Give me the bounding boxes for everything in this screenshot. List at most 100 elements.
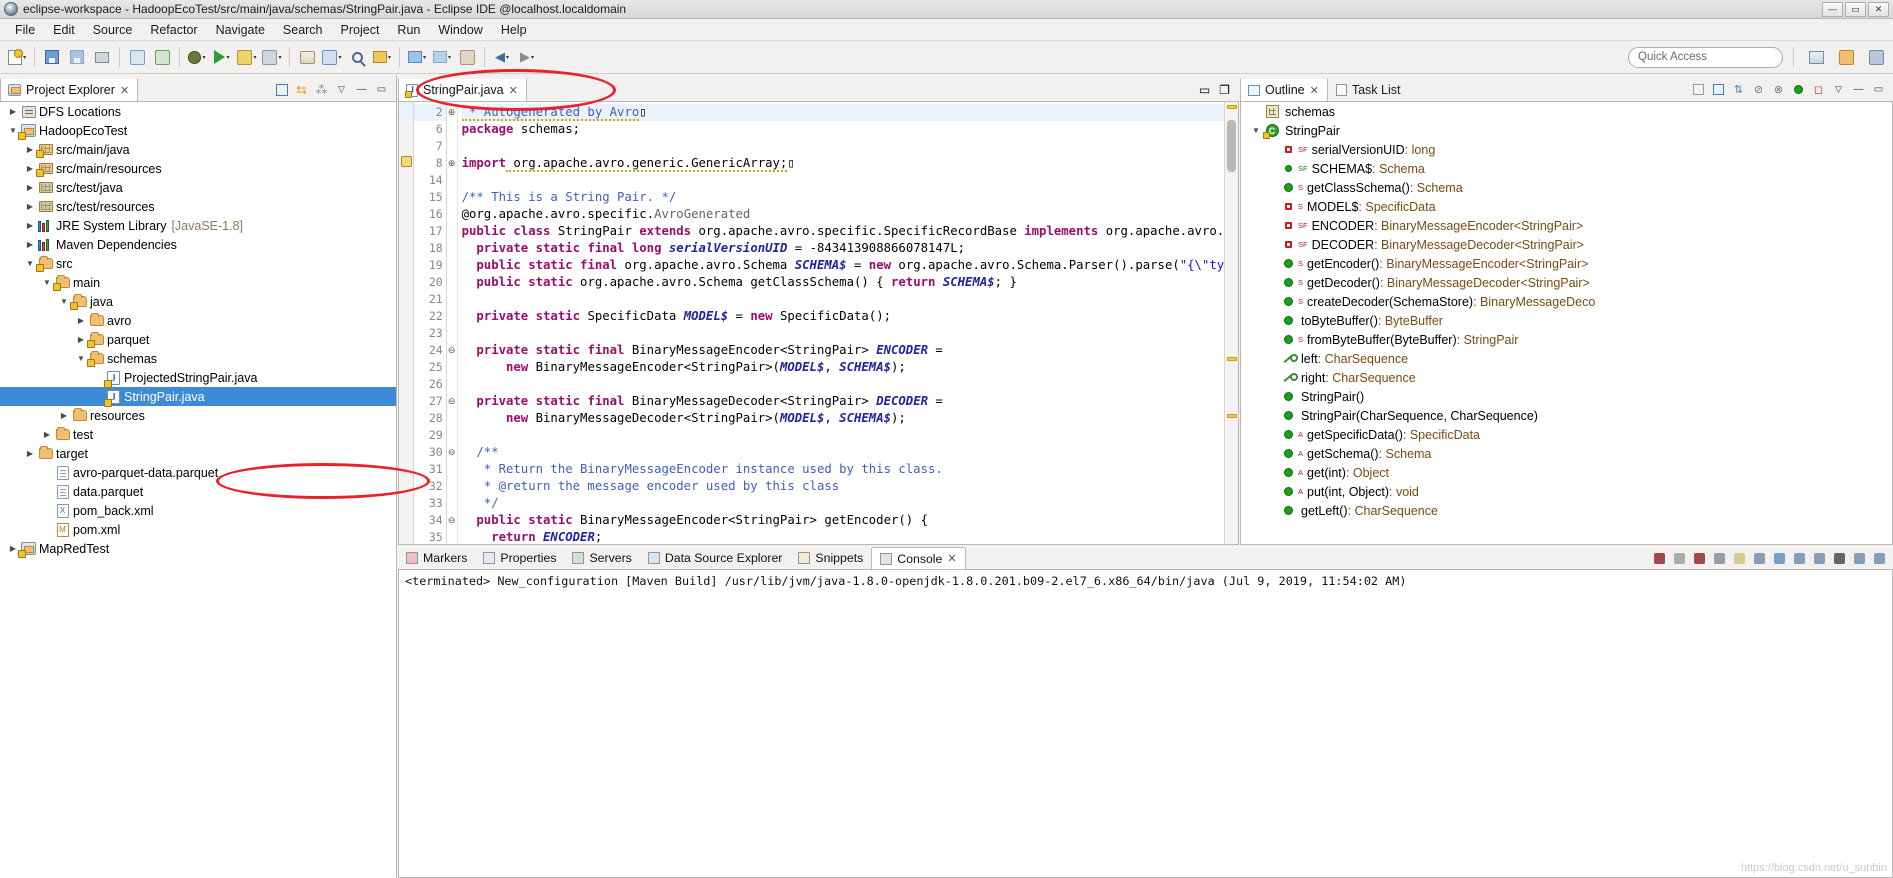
hide-local-types-icon[interactable]: ◻ (1810, 81, 1827, 98)
minimize-view-icon[interactable] (1851, 550, 1868, 567)
tree-item-java[interactable]: ▼ java (0, 292, 396, 311)
chevron-right-icon[interactable]: ▶ (23, 449, 37, 458)
tree-item-avro[interactable]: ▶ avro (0, 311, 396, 330)
code-line[interactable]: @org.apache.avro.specific.AvroGenerated (462, 206, 1238, 223)
outline-item-put-int-object-[interactable]: Aput(int, Object) : void (1241, 482, 1892, 501)
clear-console-icon[interactable] (1711, 550, 1728, 567)
tab-project-explorer[interactable]: Project Explorer ✕ (0, 77, 139, 101)
new-java-project-icon[interactable] (125, 45, 149, 69)
tab-markers[interactable]: Markers (398, 547, 475, 569)
view-menu-icon[interactable]: ⁂ (313, 81, 330, 98)
fold-toggle-icon[interactable]: ⊕ (447, 155, 457, 172)
run-icon[interactable]: ▾ (210, 45, 234, 69)
save-icon[interactable] (40, 45, 64, 69)
close-icon[interactable]: ✕ (1310, 84, 1319, 97)
menu-navigate[interactable]: Navigate (207, 21, 274, 39)
project-tree[interactable]: ▶ DFS Locations ▼ HadoopEcoTest ▶ src/main/ja… (0, 101, 396, 878)
annotation-ruler[interactable] (399, 102, 415, 544)
code-line[interactable]: package schemas; (462, 121, 1238, 138)
folding-ruler[interactable]: ⊕⊕⊖⊖⊖⊖⊖ (446, 102, 458, 544)
code-line[interactable] (462, 138, 1238, 155)
quick-access-input[interactable]: Quick Access (1628, 46, 1783, 68)
back-icon[interactable]: ◀ ▾ (490, 45, 514, 69)
close-button[interactable]: ✕ (1868, 1, 1889, 17)
outline-item-model-[interactable]: S MODEL$ : SpecificData (1241, 197, 1892, 216)
sort-icon[interactable]: ⇅ (1730, 81, 1747, 98)
outline-item-serialversionuid[interactable]: SF serialVersionUID : long (1241, 140, 1892, 159)
tab-outline[interactable]: Outline ✕ (1240, 77, 1328, 101)
code-text[interactable]: * Autogenerated by Avro▯ package schemas;… (458, 102, 1238, 544)
open-console-icon[interactable] (1811, 550, 1828, 567)
chevron-right-icon[interactable]: ▶ (6, 107, 20, 116)
code-line[interactable] (462, 376, 1238, 393)
tree-item-resources[interactable]: ▶ resources (0, 406, 396, 425)
code-line[interactable]: new BinaryMessageDecoder<StringPair>(MOD… (462, 410, 1238, 427)
hide-nonpublic-icon[interactable] (1790, 81, 1807, 98)
outline-item-decoder[interactable]: SF DECODER : BinaryMessageDecoder<StringP… (1241, 235, 1892, 254)
chevron-right-icon[interactable]: ▶ (23, 145, 37, 154)
outline-item-get-int-[interactable]: Aget(int) : Object (1241, 463, 1892, 482)
hide-static-icon[interactable]: ⊗ (1770, 81, 1787, 98)
tree-item-src-test-resources[interactable]: ▶ src/test/resources (0, 197, 396, 216)
code-line[interactable]: public static BinaryMessageEncoder<Strin… (462, 512, 1238, 529)
open-task-icon[interactable]: ▾ (370, 45, 394, 69)
menu-project[interactable]: Project (332, 21, 389, 39)
maximize-view-icon[interactable]: ❐ (1216, 81, 1233, 98)
chevron-down-icon[interactable]: ▼ (57, 297, 71, 306)
chevron-right-icon[interactable]: ▶ (23, 240, 37, 249)
fold-toggle-icon[interactable]: ⊖ (447, 512, 457, 529)
view-menu-icon[interactable] (1831, 550, 1848, 567)
minimize-view-icon[interactable]: — (1850, 81, 1867, 98)
code-line[interactable]: new BinaryMessageEncoder<StringPair>(MOD… (462, 359, 1238, 376)
display-selected-console-icon[interactable] (1791, 550, 1808, 567)
tree-item-projectedstringpair-java[interactable]: ProjectedStringPair.java (0, 368, 396, 388)
tab-console[interactable]: Console ✕ (871, 547, 966, 569)
minimize-view-icon[interactable]: ▭ (1196, 81, 1213, 98)
fold-toggle-icon[interactable]: ⊖ (447, 444, 457, 461)
collapse-all-icon[interactable] (1710, 81, 1727, 98)
chevron-right-icon[interactable]: ▶ (23, 221, 37, 230)
link-with-editor-icon[interactable]: ⇆ (293, 81, 310, 98)
code-line[interactable]: * Autogenerated by Avro▯ (461, 104, 1238, 121)
tree-item-test[interactable]: ▶ test (0, 425, 396, 444)
maximize-button[interactable]: ▭ (1845, 1, 1866, 17)
fold-toggle-icon[interactable]: ⊖ (447, 393, 457, 410)
new-class-icon[interactable] (150, 45, 174, 69)
chevron-right-icon[interactable]: ▶ (40, 430, 54, 439)
fold-toggle-icon[interactable]: ⊖ (447, 342, 457, 359)
scrollbar-thumb[interactable] (1227, 120, 1236, 172)
tree-item-jre-system-library[interactable]: ▶ JRE System Library [JavaSE-1.8] (0, 216, 396, 235)
tree-item-hadoopecotest[interactable]: ▼ HadoopEcoTest (0, 121, 396, 140)
open-perspective-icon[interactable] (1804, 45, 1828, 69)
focus-on-active-task-icon[interactable] (1690, 81, 1707, 98)
minimize-view-icon[interactable]: — (353, 81, 370, 98)
chevron-down-icon[interactable]: ▼ (40, 278, 54, 287)
menu-run[interactable]: Run (388, 21, 429, 39)
tree-item-schemas[interactable]: ▼ schemas (0, 349, 396, 368)
tree-item-target[interactable]: ▶ target (0, 444, 396, 463)
code-line[interactable] (462, 172, 1238, 189)
fold-toggle-icon[interactable]: ⊕ (447, 104, 457, 121)
overview-marker[interactable] (1227, 105, 1237, 109)
tab-data-source-explorer[interactable]: Data Source Explorer (640, 547, 791, 569)
search-icon[interactable] (345, 45, 369, 69)
chevron-right-icon[interactable]: ▶ (74, 335, 88, 344)
chevron-right-icon[interactable]: ▶ (23, 164, 37, 173)
menu-window[interactable]: Window (429, 21, 491, 39)
outline-item-schema-[interactable]: SF SCHEMA$ : Schema (1241, 159, 1892, 178)
menu-search[interactable]: Search (274, 21, 332, 39)
outline-item-encoder[interactable]: SF ENCODER : BinaryMessageEncoder<StringP… (1241, 216, 1892, 235)
code-line[interactable] (462, 291, 1238, 308)
chevron-down-icon[interactable]: ▼ (1249, 126, 1263, 135)
close-icon[interactable]: ✕ (947, 552, 956, 565)
tab-servers[interactable]: Servers (564, 547, 639, 569)
outline-item-getclassschema-[interactable]: SgetClassSchema() : Schema (1241, 178, 1892, 197)
view-dropdown-icon[interactable]: ▽ (333, 81, 350, 98)
tree-item-dfs-locations[interactable]: ▶ DFS Locations (0, 102, 396, 121)
chevron-down-icon[interactable]: ▼ (23, 259, 37, 268)
code-line[interactable]: public static org.apache.avro.Schema get… (462, 274, 1238, 291)
menu-refactor[interactable]: Refactor (141, 21, 206, 39)
outline-item-left[interactable]: left : CharSequence (1241, 349, 1892, 368)
maximize-view-icon[interactable]: ▭ (373, 81, 390, 98)
tree-item-pom-xml[interactable]: pom.xml (0, 520, 396, 539)
